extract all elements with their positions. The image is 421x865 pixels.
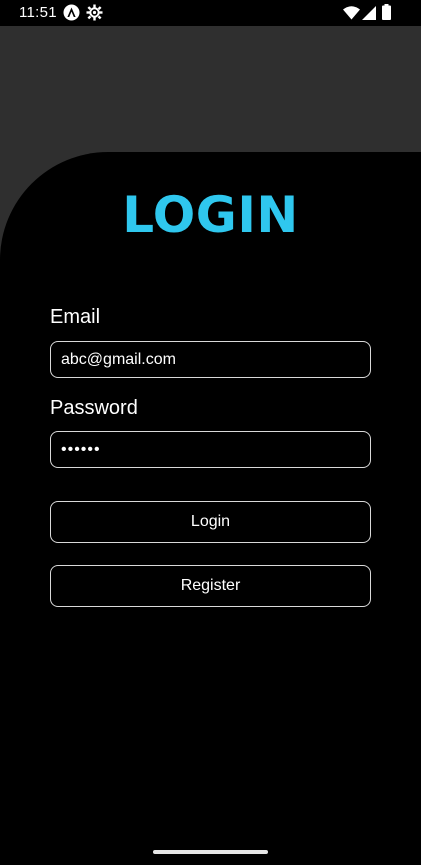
settings-gear-icon bbox=[86, 4, 103, 26]
status-time: 11:51 bbox=[19, 4, 57, 21]
page-title: LOGIN bbox=[122, 186, 299, 244]
gesture-nav-handle[interactable] bbox=[153, 850, 268, 854]
app-a-icon bbox=[63, 4, 80, 26]
login-screen: 11:51 LOGIN Email abc@gmail.com Password… bbox=[0, 0, 421, 865]
password-field[interactable] bbox=[50, 431, 371, 468]
login-button[interactable]: Login bbox=[50, 501, 371, 543]
wifi-icon bbox=[343, 6, 360, 25]
email-field[interactable] bbox=[50, 341, 371, 378]
status-bar: 11:51 bbox=[0, 0, 421, 26]
email-label: Email bbox=[50, 306, 101, 328]
register-button[interactable]: Register bbox=[50, 565, 371, 607]
password-label: Password bbox=[50, 397, 138, 419]
cell-signal-icon bbox=[362, 6, 376, 25]
battery-icon bbox=[382, 4, 391, 25]
